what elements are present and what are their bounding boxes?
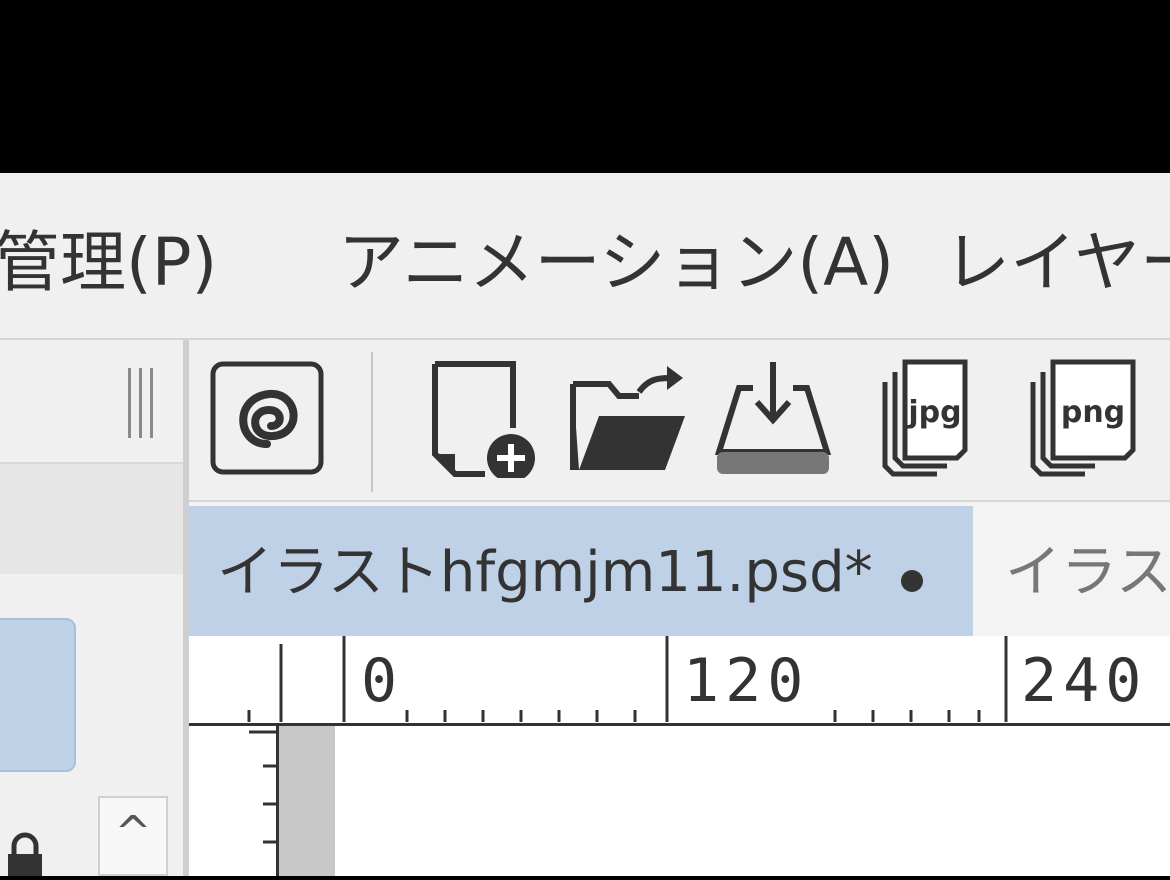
canvas-gutter — [279, 726, 335, 876]
ruler-label-240: 240 — [1021, 646, 1148, 716]
ruler-label-120: 120 — [683, 646, 810, 716]
panel-header-area — [0, 464, 183, 574]
save-download-icon[interactable] — [713, 358, 833, 478]
toolbar-separator — [371, 352, 373, 492]
selected-panel-item[interactable] — [0, 618, 76, 772]
tab-active-label: イラストhfgmjm11.psd* — [217, 540, 873, 605]
menu-item-animation[interactable]: アニメーション(A) — [338, 223, 894, 303]
main-toolbar: jpg png — [189, 340, 1170, 502]
menu-item-manage[interactable]: 管理(P) — [0, 223, 217, 303]
horizontal-ruler: 0 120 240 — [189, 636, 1170, 726]
png-label: png — [1061, 395, 1125, 430]
vertical-ruler-ticks — [249, 730, 276, 844]
tab-active-document[interactable]: イラストhfgmjm11.psd* — [189, 506, 973, 636]
unsaved-dot-icon[interactable] — [901, 570, 923, 592]
left-panel: ^ — [0, 340, 183, 876]
swirl-logo-icon[interactable] — [207, 358, 327, 478]
tab-inactive-document[interactable]: イラスト — [1005, 538, 1170, 608]
export-png-icon[interactable]: png — [1021, 358, 1141, 478]
panel-grip-handle[interactable] — [128, 368, 158, 438]
menu-bar: 管理(P) アニメーション(A) レイヤー — [0, 173, 1170, 340]
document-tab-strip: イラストhfgmjm11.psd* イラスト — [189, 502, 1170, 636]
open-folder-icon[interactable] — [569, 358, 689, 478]
ruler-label-0: 0 — [361, 646, 404, 716]
menu-item-layer[interactable]: レイヤー — [944, 223, 1170, 303]
title-bar — [0, 0, 1170, 173]
drawing-canvas[interactable] — [335, 726, 1170, 876]
vertical-ruler — [189, 726, 279, 876]
export-jpg-icon[interactable]: jpg — [873, 358, 993, 478]
jpg-label: jpg — [907, 395, 961, 430]
scroll-up-button[interactable]: ^ — [98, 796, 168, 876]
lock-icon[interactable] — [2, 830, 48, 876]
new-file-icon[interactable] — [425, 358, 545, 478]
